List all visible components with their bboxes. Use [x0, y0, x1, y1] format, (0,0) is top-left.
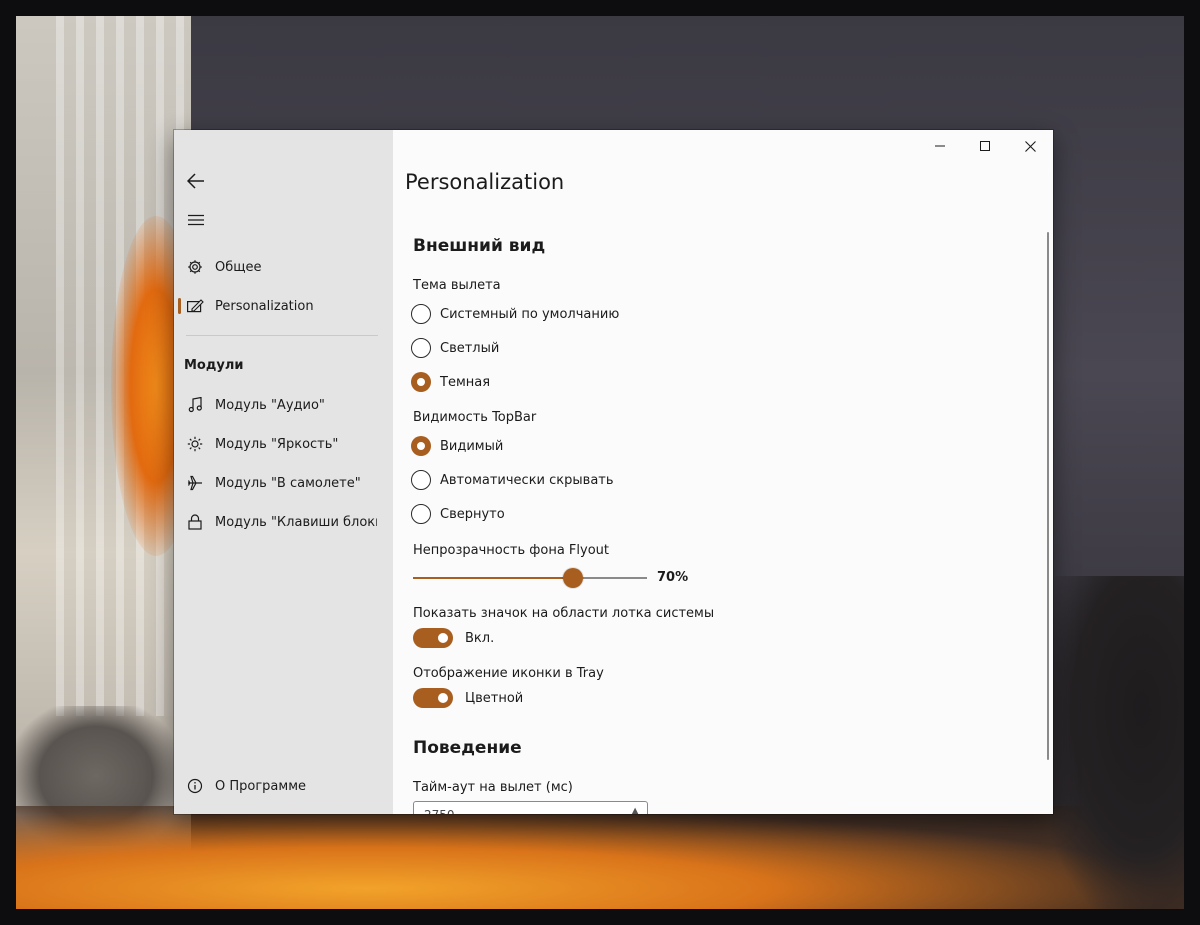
radio-topbar-collapsed[interactable]: Свернуто — [411, 502, 505, 526]
content-pane: Personalization Внешний вид Тема вылета … — [393, 130, 1053, 814]
close-button[interactable] — [1007, 130, 1053, 162]
nav-item-label: Модуль "Яркость" — [215, 436, 339, 452]
back-arrow-icon — [187, 173, 204, 189]
radio-label: Темная — [440, 374, 491, 390]
modules-header: Модули — [184, 358, 244, 373]
flyout-opacity-value: 70% — [657, 570, 689, 585]
nav-item-label: Модуль "Клавиши блокир — [215, 514, 377, 530]
nav-item-label: Модуль "Аудио" — [215, 397, 325, 413]
app-window: Общее Personalization Модули Модуль "Ауд… — [174, 130, 1053, 814]
vertical-scrollbar[interactable] — [1047, 232, 1049, 760]
slider-thumb[interactable] — [562, 568, 583, 588]
nav-item-label: Модуль "В самолете" — [215, 475, 361, 491]
tray-icon-toggle[interactable]: Вкл. — [413, 627, 494, 649]
nav-item-module-airplane[interactable]: Модуль "В самолете" — [180, 466, 386, 500]
minimize-button[interactable] — [917, 130, 963, 162]
radio-circle — [411, 304, 431, 324]
nav-item-general[interactable]: Общее — [180, 250, 386, 284]
back-button[interactable] — [182, 167, 210, 195]
nav-item-label: Общее — [215, 259, 262, 275]
timeout-number-input[interactable]: 2750 ▲ — [413, 801, 648, 814]
radio-topbar-visible[interactable]: Видимый — [411, 434, 503, 458]
radio-topbar-autohide[interactable]: Автоматически скрывать — [411, 468, 614, 492]
toggle-state-label: Вкл. — [465, 630, 495, 646]
radio-label: Видимый — [440, 438, 504, 454]
airplane-icon — [184, 474, 206, 492]
music-note-icon — [184, 396, 206, 414]
brightness-icon — [184, 435, 206, 453]
nav-item-label: О Программе — [215, 778, 307, 794]
page-title: Personalization — [405, 170, 565, 194]
radio-circle-selected — [411, 436, 431, 456]
nav-item-label: Personalization — [215, 298, 314, 314]
nav-item-module-brightness[interactable]: Модуль "Яркость" — [180, 427, 386, 461]
radio-theme-system[interactable]: Системный по умолчанию — [411, 302, 619, 326]
maximize-button[interactable] — [962, 130, 1008, 162]
radio-label: Свернуто — [440, 506, 505, 522]
tray-icon-label: Показать значок на области лотка системы — [413, 606, 715, 621]
nav-divider — [186, 335, 378, 336]
slider-fill — [413, 577, 573, 579]
lock-icon — [184, 513, 206, 531]
info-icon — [184, 777, 206, 795]
toggle-state-label: Цветной — [465, 690, 524, 706]
hamburger-menu-button[interactable] — [182, 206, 210, 234]
flyout-opacity-label: Непрозрачность фона Flyout — [413, 543, 609, 558]
nav-item-module-audio[interactable]: Модуль "Аудио" — [180, 388, 386, 422]
nav-item-about[interactable]: О Программе — [180, 769, 386, 803]
section-behavior-title: Поведение — [413, 738, 522, 758]
theme-label: Тема вылета — [413, 278, 501, 293]
gear-icon — [184, 258, 206, 276]
tray-display-toggle[interactable]: Цветной — [413, 687, 523, 709]
tray-display-label: Отображение иконки в Tray — [413, 666, 604, 681]
nav-item-module-lock-keys[interactable]: Модуль "Клавиши блокир — [180, 505, 386, 539]
hamburger-icon — [188, 214, 204, 226]
radio-circle-selected — [411, 372, 431, 392]
toggle-switch-on — [413, 688, 453, 708]
section-appearance-title: Внешний вид — [413, 236, 546, 256]
spin-up-icon[interactable]: ▲ — [631, 806, 639, 814]
personalize-icon — [184, 297, 206, 315]
radio-label: Светлый — [440, 340, 500, 356]
radio-circle — [411, 470, 431, 490]
wallpaper-tree — [1044, 576, 1184, 909]
radio-theme-dark[interactable]: Темная — [411, 370, 490, 394]
wallpaper-ground-foliage — [16, 806, 1184, 909]
timeout-value: 2750 — [424, 808, 455, 814]
flyout-opacity-slider[interactable] — [413, 568, 647, 588]
timeout-label: Тайм-аут на вылет (мс) — [413, 780, 573, 795]
radio-label: Системный по умолчанию — [440, 306, 620, 322]
nav-item-personalization[interactable]: Personalization — [178, 289, 386, 323]
navigation-pane: Общее Personalization Модули Модуль "Ауд… — [174, 130, 393, 814]
radio-circle — [411, 504, 431, 524]
topbar-visibility-label: Видимость TopBar — [413, 410, 537, 425]
radio-theme-light[interactable]: Светлый — [411, 336, 499, 360]
toggle-switch-on — [413, 628, 453, 648]
close-icon — [1024, 140, 1036, 152]
radio-circle — [411, 338, 431, 358]
settings-scroll-area: Внешний вид Тема вылета Системный по умо… — [393, 220, 1053, 814]
radio-label: Автоматически скрывать — [440, 472, 614, 488]
maximize-icon — [980, 141, 990, 151]
minimize-icon — [935, 145, 945, 147]
